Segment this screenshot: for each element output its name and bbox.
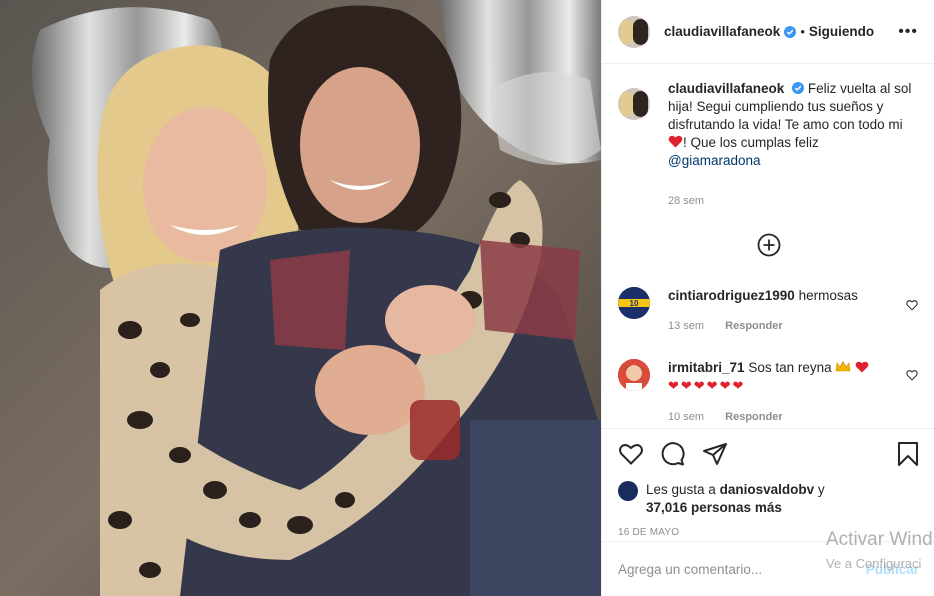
comment-body: cintiarodriguez1990 hermosas 13 sem Resp…: [668, 287, 888, 335]
likes-count[interactable]: 37,016 personas más: [646, 500, 782, 515]
likes-connector: y: [817, 482, 825, 497]
comment-input[interactable]: [618, 561, 848, 577]
reply-button[interactable]: Responder: [725, 320, 782, 332]
commenter-avatar[interactable]: 10: [618, 287, 650, 319]
share-paper-plane-icon[interactable]: [702, 442, 728, 466]
instagram-post-window: claudiavillafaneok • Siguiendo ••• claud…: [0, 0, 934, 596]
red-heart-emoji-icon: [855, 361, 869, 373]
comment-item: irmitabri_71 Sos tan reyna ❤❤❤❤❤❤ 10 sem…: [618, 359, 918, 426]
verified-badge-icon: [792, 82, 805, 94]
like-heart-icon[interactable]: [618, 442, 644, 466]
svg-text:10: 10: [630, 299, 639, 308]
comment-username[interactable]: irmitabri_71: [668, 360, 745, 375]
photo-illustration: [0, 0, 601, 596]
plus-circle-icon[interactable]: [757, 233, 781, 257]
liker-username[interactable]: daniosvaldobv: [720, 482, 815, 497]
post-photo[interactable]: [0, 0, 601, 596]
comment-time: 13 sem: [668, 320, 705, 332]
boca-jersey-avatar-icon: 10: [618, 287, 650, 319]
reply-button[interactable]: Responder: [725, 411, 782, 423]
liker-avatar[interactable]: [618, 481, 638, 501]
comment-username[interactable]: cintiarodriguez1990: [668, 288, 795, 303]
author-username[interactable]: claudiavillafaneok: [664, 24, 780, 39]
caption-username[interactable]: claudiavillafaneok: [668, 81, 784, 96]
windows-activation-watermark: Activar Wind: [826, 529, 933, 550]
comment-item: 10 cintiarodriguez1990 hermosas 13 sem R…: [618, 287, 918, 335]
caption-body: claudiavillafaneok Feliz vuelta al sol h…: [668, 80, 918, 210]
likes-summary: Les gusta a daniosvaldobv y 37,016 perso…: [618, 481, 919, 517]
comment-meta: 10 sem Responder: [668, 408, 888, 426]
post-header: claudiavillafaneok • Siguiendo •••: [602, 0, 934, 64]
post-caption: claudiavillafaneok Feliz vuelta al sol h…: [602, 64, 934, 210]
comment-body: irmitabri_71 Sos tan reyna ❤❤❤❤❤❤ 10 sem…: [668, 359, 888, 426]
caption-mention-link[interactable]: @giamaradona: [668, 153, 761, 168]
comment-meta: 13 sem Responder: [668, 317, 888, 335]
commenter-avatar[interactable]: [618, 359, 650, 391]
crown-emoji-icon: [836, 360, 851, 372]
author-avatar[interactable]: [618, 15, 650, 48]
action-icons-row: [618, 439, 919, 469]
like-comment-heart-icon[interactable]: [906, 299, 918, 311]
comment-text: Sos tan reyna: [748, 360, 832, 375]
caption-text-end: ! Que los cumplas feliz: [683, 135, 819, 150]
more-options-icon[interactable]: •••: [898, 23, 918, 41]
windows-activation-subtext: Ve a Configuraci: [826, 556, 922, 571]
commenter-photo-icon: [618, 359, 650, 391]
like-comment-heart-icon[interactable]: [906, 369, 918, 381]
separator-dot: •: [800, 24, 805, 39]
caption-avatar[interactable]: [618, 88, 650, 120]
caption-time: 28 sem: [668, 195, 705, 207]
comment-bubble-icon[interactable]: [660, 441, 686, 467]
following-button[interactable]: Siguiendo: [809, 24, 874, 39]
red-heart-emoji-icon: [668, 135, 683, 148]
verified-badge-icon: [784, 25, 797, 38]
post-actions: Les gusta a daniosvaldobv y 37,016 perso…: [602, 428, 934, 538]
likes-prefix: Les gusta a: [646, 482, 716, 497]
comment-hearts-emoji: ❤❤❤❤❤❤: [668, 379, 746, 394]
post-sidebar: claudiavillafaneok • Siguiendo ••• claud…: [601, 0, 934, 596]
comment-time: 10 sem: [668, 411, 705, 423]
save-bookmark-icon[interactable]: [897, 441, 919, 467]
likes-text: Les gusta a daniosvaldobv y 37,016 perso…: [646, 481, 825, 517]
comment-text: hermosas: [798, 288, 858, 303]
